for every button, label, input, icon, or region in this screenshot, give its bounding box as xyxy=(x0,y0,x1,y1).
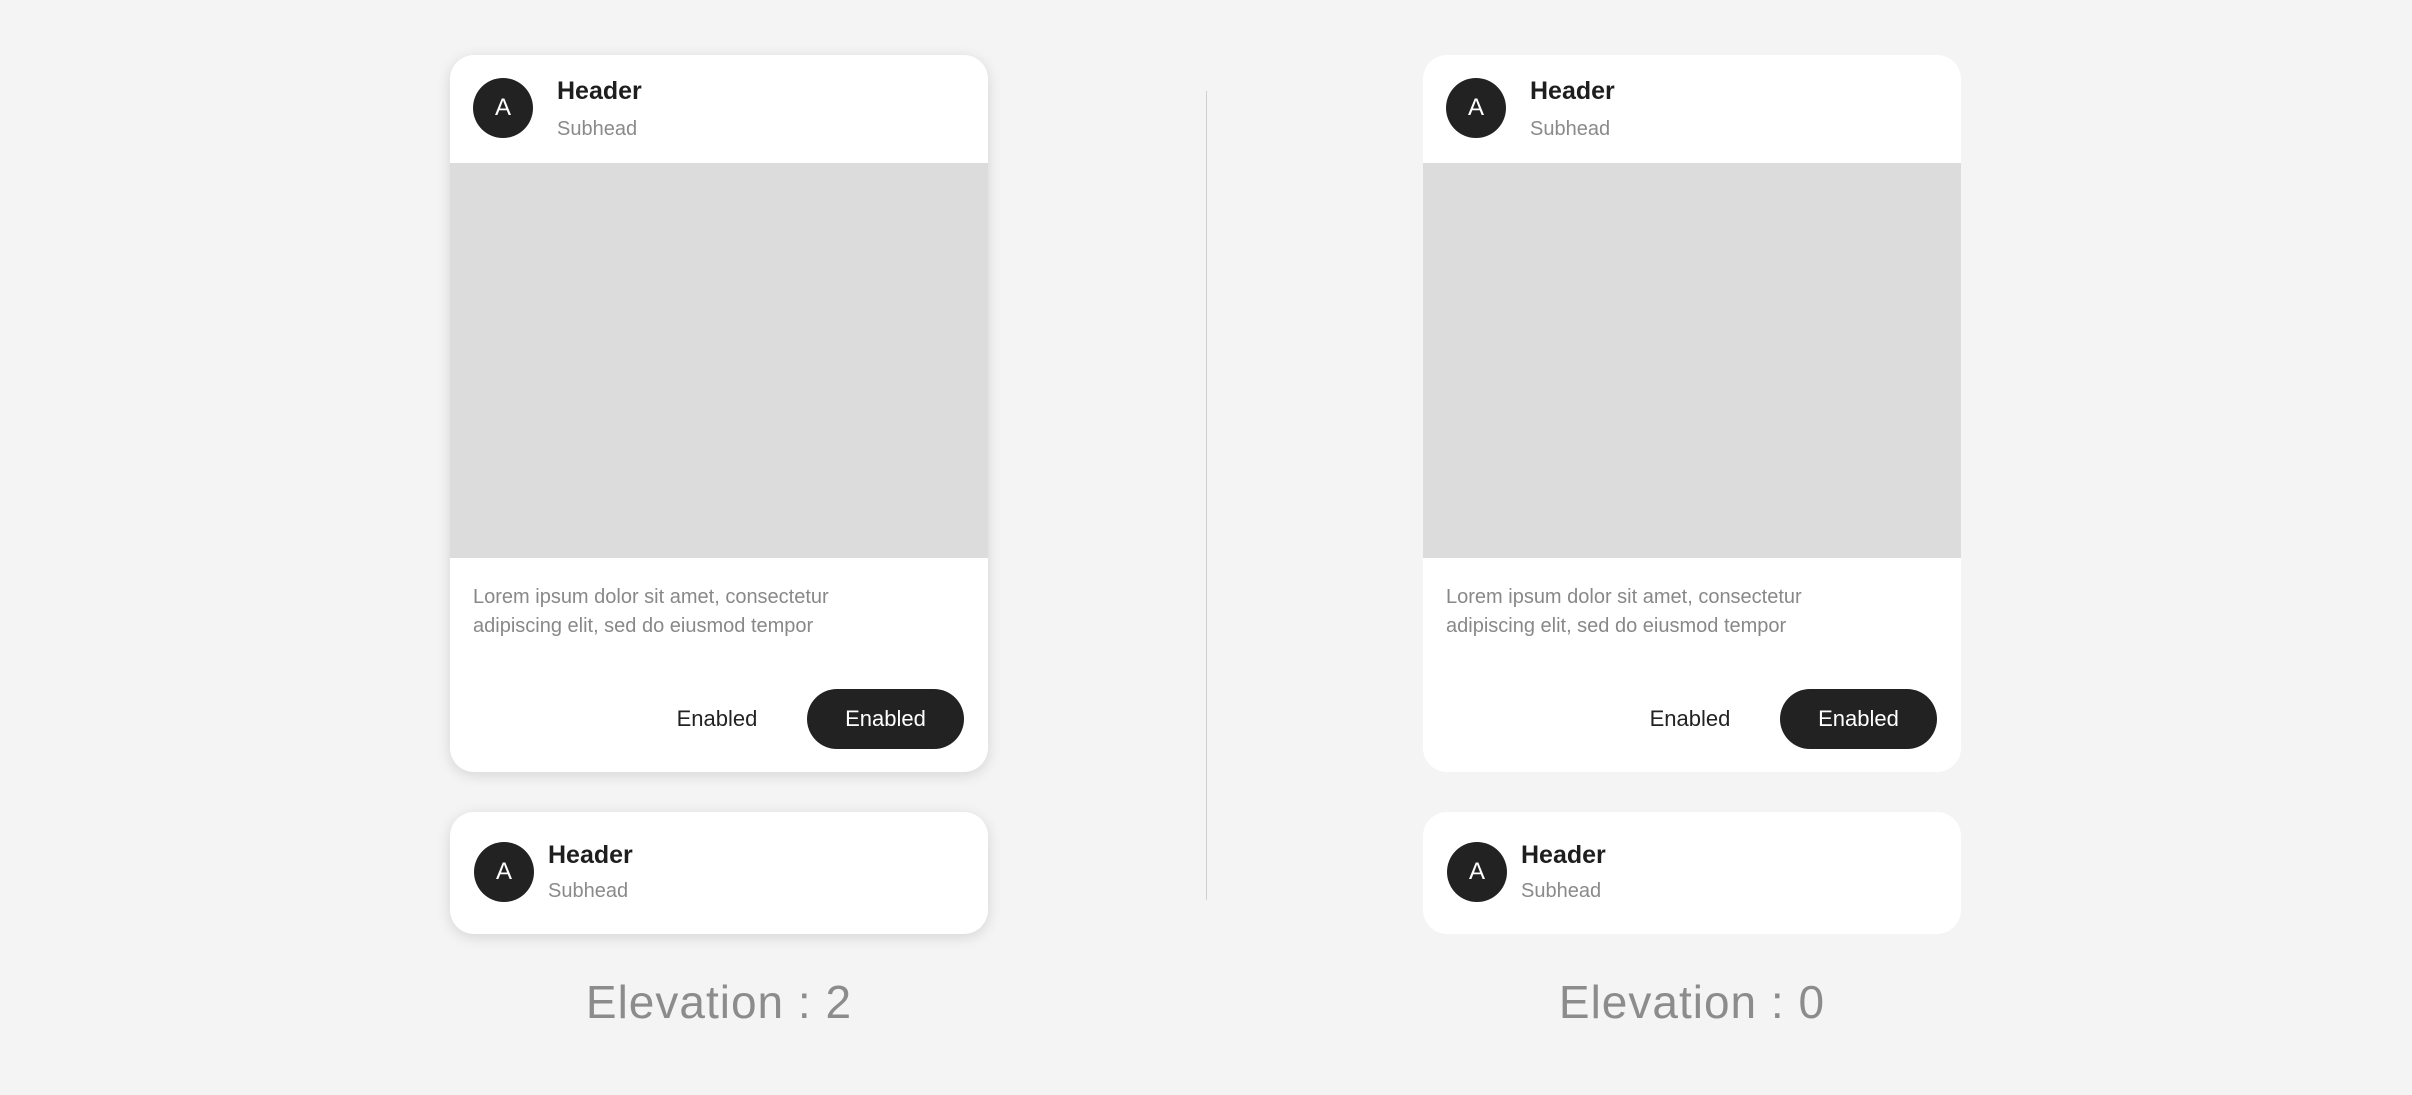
media-card: A Header Subhead Lorem ipsum dolor sit a… xyxy=(1423,55,1961,772)
text-button[interactable]: Enabled xyxy=(1623,689,1757,749)
card-body-text: Lorem ipsum dolor sit amet, consectetur … xyxy=(473,586,829,637)
avatar: A xyxy=(474,842,534,902)
card-subhead: Subhead xyxy=(557,118,638,140)
avatar: A xyxy=(473,78,533,138)
elevation-0-column: A Header Subhead Lorem ipsum dolor sit a… xyxy=(1423,0,1961,1095)
card-subhead: Subhead xyxy=(548,880,629,902)
media-placeholder xyxy=(1423,163,1961,558)
divider xyxy=(1206,91,1207,900)
card-subhead: Subhead xyxy=(1521,880,1602,902)
avatar: A xyxy=(1446,78,1506,138)
filled-button[interactable]: Enabled xyxy=(1780,689,1937,749)
text-button[interactable]: Enabled xyxy=(650,689,784,749)
card-header: Header xyxy=(1530,77,1615,105)
compact-card: A Header Subhead xyxy=(450,812,988,934)
elevation-label: Elevation : 2 xyxy=(585,976,853,1028)
card-header: Header xyxy=(1521,841,1606,869)
card-body-text: Lorem ipsum dolor sit amet, consectetur … xyxy=(1446,586,1802,637)
compact-card: A Header Subhead xyxy=(1423,812,1961,934)
card-header: Header xyxy=(548,841,633,869)
media-card: A Header Subhead Lorem ipsum dolor sit a… xyxy=(450,55,988,772)
media-placeholder xyxy=(450,163,988,558)
elevation-2-column: A Header Subhead Lorem ipsum dolor sit a… xyxy=(450,0,988,1095)
elevation-label: Elevation : 0 xyxy=(1558,976,1826,1028)
card-header: Header xyxy=(557,77,642,105)
avatar: A xyxy=(1447,842,1507,902)
card-subhead: Subhead xyxy=(1530,118,1611,140)
filled-button[interactable]: Enabled xyxy=(807,689,964,749)
